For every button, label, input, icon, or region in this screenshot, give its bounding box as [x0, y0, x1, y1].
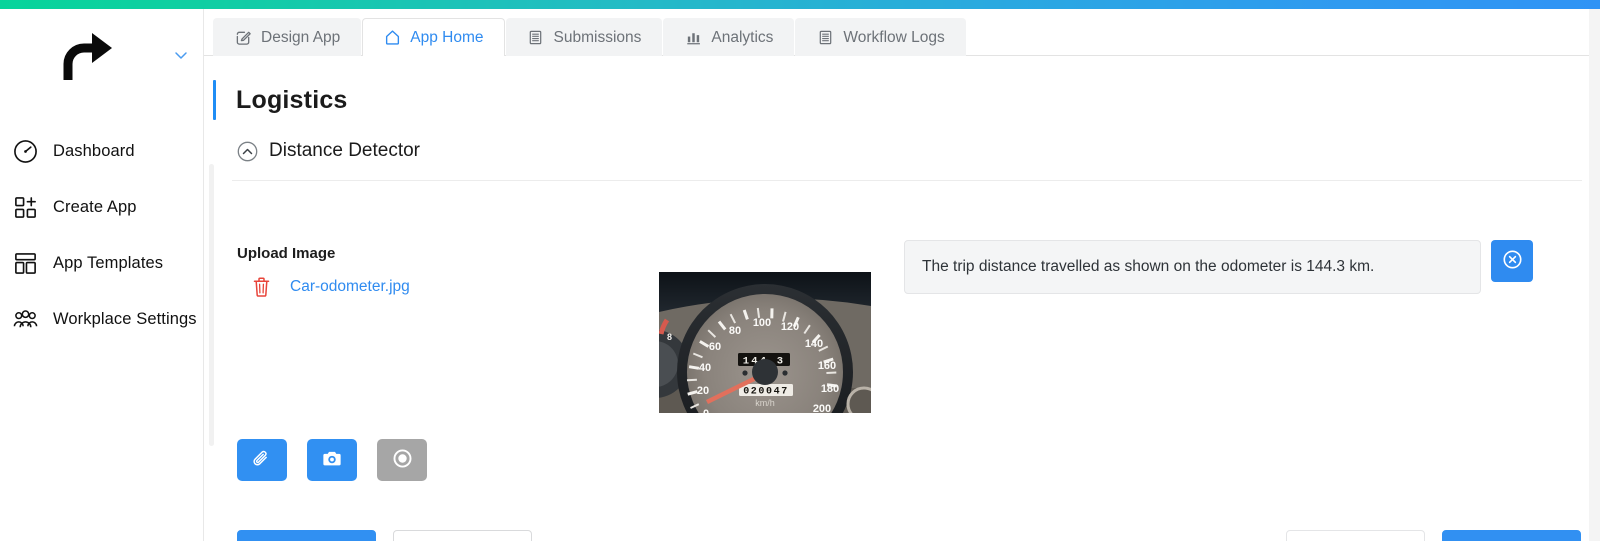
- media-button-row: [237, 439, 427, 481]
- section-header[interactable]: Distance Detector: [237, 140, 420, 162]
- save-draft-button[interactable]: Save Draft: [393, 530, 532, 541]
- tab-app-home[interactable]: App Home: [362, 18, 505, 57]
- sidebar-item-dashboard[interactable]: Dashboard: [0, 123, 203, 179]
- sidebar-item-create-app[interactable]: Create App: [0, 179, 203, 235]
- page-right-edge: [1589, 9, 1600, 541]
- speedometer-icon: [12, 138, 38, 164]
- camera-icon: [321, 449, 343, 472]
- redo-arrow-icon[interactable]: [58, 31, 114, 83]
- tab-submissions[interactable]: Submissions: [505, 18, 663, 57]
- discard-draft-button[interactable]: Discard Draft: [1286, 530, 1425, 541]
- content-area: Logistics Distance Detector Upload Image: [204, 56, 1589, 541]
- page-title: Logistics: [236, 85, 348, 114]
- submit-button[interactable]: Submit: [237, 530, 376, 541]
- record-button[interactable]: [377, 439, 427, 481]
- sidebar-item-label: Dashboard: [53, 141, 135, 160]
- footer-left-actions: Submit Save Draft: [237, 530, 532, 541]
- tab-label: Analytics: [711, 28, 774, 46]
- chevron-down-icon[interactable]: [173, 47, 189, 63]
- tab-design-app[interactable]: Design App: [213, 18, 362, 57]
- content-scrollbar[interactable]: [209, 164, 214, 446]
- record-circle-icon: [392, 448, 413, 472]
- edit-app-button[interactable]: Edit App: [1442, 530, 1581, 541]
- sidebar-item-label: Workplace Settings: [53, 309, 197, 328]
- tab-label: Submissions: [553, 28, 642, 46]
- svg-text:100: 100: [753, 317, 771, 329]
- sidebar-item-app-templates[interactable]: App Templates: [0, 235, 203, 291]
- sidebar-item-label: App Templates: [53, 253, 164, 272]
- home-icon: [383, 29, 401, 47]
- add-grid-icon: [12, 194, 38, 220]
- people-group-icon: [12, 306, 38, 332]
- svg-text:200: 200: [813, 403, 831, 413]
- clear-result-button[interactable]: [1491, 240, 1533, 282]
- app-root: Dashboard Create App App Templates Workp…: [0, 0, 1600, 541]
- svg-text:180: 180: [821, 383, 839, 395]
- section-divider: [232, 180, 1582, 181]
- tab-strip: Design App App Home Submissions Analytic…: [204, 9, 1589, 57]
- svg-text:160: 160: [818, 360, 836, 372]
- camera-capture-button[interactable]: [307, 439, 357, 481]
- svg-text:8: 8: [667, 332, 672, 342]
- brand-header: [0, 9, 203, 101]
- uploaded-file-link[interactable]: Car-odometer.jpg: [290, 278, 410, 296]
- svg-text:140: 140: [805, 338, 823, 350]
- sidebar-item-workplace-settings[interactable]: Workplace Settings: [0, 291, 203, 347]
- svg-text:60: 60: [709, 341, 721, 353]
- sidebar-nav: Dashboard Create App App Templates Workp…: [0, 101, 203, 347]
- list-rows-icon: [816, 29, 834, 47]
- chevron-up-circle-icon[interactable]: [237, 141, 258, 162]
- sidebar: Dashboard Create App App Templates Workp…: [0, 9, 204, 541]
- upload-field-label: Upload Image: [237, 245, 336, 262]
- title-accent-bar: [213, 80, 216, 120]
- svg-text:020047: 020047: [743, 387, 789, 398]
- result-message: The trip distance travelled as shown on …: [904, 240, 1481, 294]
- trash-icon[interactable]: [252, 276, 271, 298]
- tab-label: App Home: [410, 28, 484, 46]
- svg-text:120: 120: [781, 321, 799, 333]
- svg-text:40: 40: [699, 362, 711, 374]
- footer-right-actions: Discard Draft Edit App: [1286, 530, 1581, 541]
- layout-template-icon: [12, 250, 38, 276]
- pencil-square-icon: [234, 29, 252, 47]
- bar-chart-icon: [684, 29, 702, 47]
- svg-text:0: 0: [703, 408, 709, 413]
- result-row: The trip distance travelled as shown on …: [904, 240, 1533, 294]
- list-rows-icon: [527, 29, 545, 47]
- uploaded-image-thumbnail[interactable]: 8 20 40 60 80 100 120 140 160 180 200 02…: [659, 272, 871, 413]
- attach-file-button[interactable]: [237, 439, 287, 481]
- paperclip-icon: [252, 449, 272, 472]
- main-panel: Design App App Home Submissions Analytic…: [204, 9, 1589, 541]
- section-title: Distance Detector: [269, 140, 421, 161]
- tab-label: Design App: [261, 28, 341, 46]
- close-circle-icon: [1502, 249, 1523, 273]
- svg-text:20: 20: [697, 385, 709, 397]
- top-gradient-bar: [0, 0, 1600, 9]
- svg-text:80: 80: [729, 325, 741, 337]
- page-title-row: Logistics: [213, 80, 348, 120]
- sidebar-item-label: Create App: [53, 197, 137, 216]
- tab-workflow-logs[interactable]: Workflow Logs: [795, 18, 966, 57]
- uploaded-file-row: Car-odometer.jpg: [252, 276, 410, 298]
- tab-analytics[interactable]: Analytics: [663, 18, 795, 57]
- tab-label: Workflow Logs: [843, 28, 945, 46]
- svg-text:km/h: km/h: [755, 398, 775, 408]
